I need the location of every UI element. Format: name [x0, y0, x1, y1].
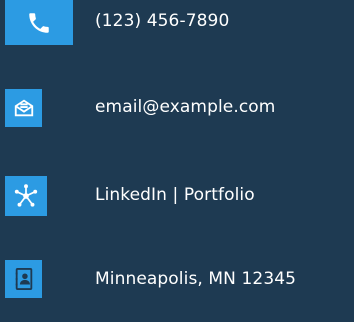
- email-address: email@example.com: [95, 97, 276, 117]
- contact-list: (123) 456-7890 email@example.com LinkedI…: [0, 0, 354, 322]
- address-book-icon: [15, 268, 32, 290]
- contact-row-links: LinkedIn | Portfolio: [0, 176, 354, 218]
- network-icon-box: [5, 176, 47, 216]
- location-text: Minneapolis, MN 12345: [95, 269, 297, 289]
- contact-row-email: email@example.com: [0, 89, 354, 131]
- links-text: LinkedIn | Portfolio: [95, 185, 255, 205]
- phone-icon-box: [5, 0, 73, 45]
- phone-icon: [29, 12, 49, 33]
- phone-number: (123) 456-7890: [95, 11, 230, 31]
- envelope-icon-box: [5, 89, 42, 127]
- envelope-icon: [14, 99, 33, 117]
- address-book-icon-box: [5, 260, 42, 298]
- network-icon: [14, 184, 38, 207]
- contact-row-location: Minneapolis, MN 12345: [0, 260, 354, 302]
- contact-row-phone: (123) 456-7890: [0, 0, 354, 45]
